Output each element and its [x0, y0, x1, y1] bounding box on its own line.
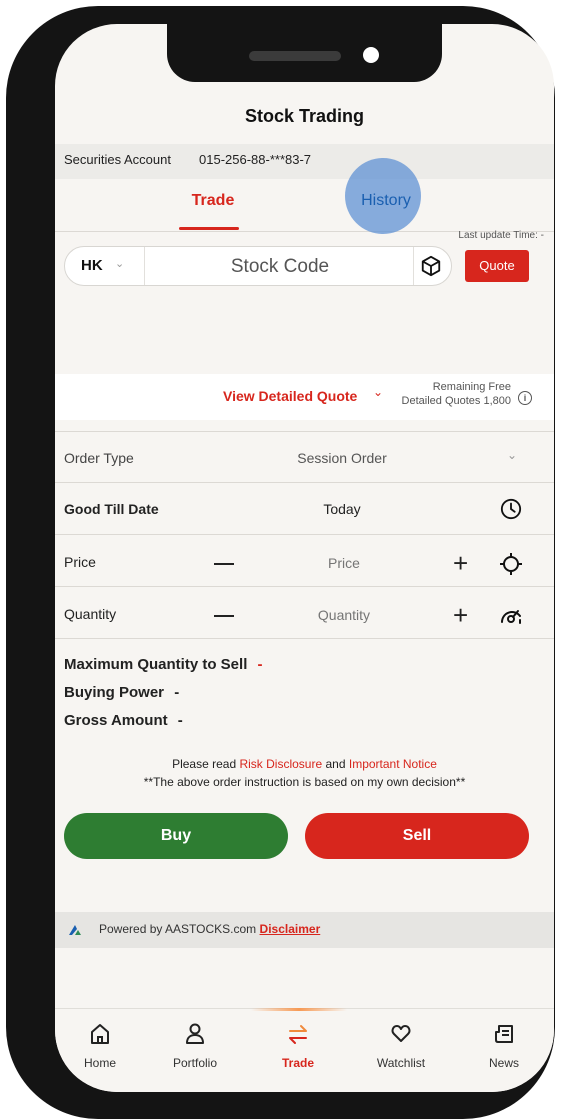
nav-portfolio-label: Portfolio [172, 1056, 218, 1070]
person-icon [186, 1023, 204, 1044]
stock-code-input[interactable] [145, 247, 415, 287]
buying-power-label: Buying Power [64, 684, 165, 701]
home-icon [91, 1024, 109, 1044]
good-till-date-label: Good Till Date [64, 501, 159, 517]
quote-button[interactable]: Quote [465, 250, 529, 282]
nav-trade-label: Trade [281, 1056, 314, 1070]
page-title: Stock Trading [244, 106, 365, 126]
remaining-quotes-line1: Remaining Free [432, 381, 511, 393]
gross-amount-label: Gross Amount [64, 712, 168, 729]
quantity-increase-button[interactable]: + [453, 602, 468, 628]
price-decrease-button[interactable] [214, 563, 234, 565]
stock-search-box: HK ⌄ [64, 246, 452, 287]
good-till-date-value[interactable]: Today [242, 501, 442, 517]
divider [55, 586, 554, 587]
divider [55, 534, 554, 535]
powered-by-text: Powered by AASTOCKS.com [99, 922, 257, 936]
order-type-label: Order Type [64, 450, 134, 466]
cube-icon[interactable] [420, 255, 442, 277]
quantity-decrease-button[interactable] [214, 615, 234, 617]
clock-icon[interactable] [500, 498, 522, 520]
nav-watchlist-label: Watchlist [376, 1056, 426, 1070]
max-quantity-label: Maximum Quantity to Sell [64, 656, 248, 673]
chevron-down-icon[interactable]: ⌄ [115, 257, 124, 270]
account-bar[interactable]: Securities Account 015-256-88-***83-7 [55, 144, 554, 179]
gross-amount-row: Gross Amount - [64, 712, 183, 729]
buying-power-row: Buying Power - [64, 684, 179, 701]
tab-history[interactable]: History [347, 192, 425, 210]
divider [55, 431, 554, 432]
tab-trade[interactable]: Trade [173, 192, 253, 210]
volume-down-button [6, 371, 16, 457]
newspaper-icon [495, 1025, 513, 1043]
divider [413, 247, 414, 285]
divider [55, 482, 554, 483]
transfer-arrows-icon [289, 1025, 307, 1044]
speaker [249, 51, 341, 61]
market-selector[interactable]: HK [81, 257, 103, 274]
buying-power-value: - [174, 684, 180, 701]
account-number: 015-256-88-***83-7 [199, 152, 312, 167]
nav-portfolio[interactable]: Portfolio [150, 1009, 240, 1089]
aastocks-logo-icon [69, 925, 81, 935]
nav-home-label: Home [83, 1056, 116, 1070]
decision-statement: **The above order instruction is based o… [143, 775, 466, 789]
price-increase-button[interactable]: + [453, 550, 468, 576]
disclaimer-link[interactable]: Disclaimer [260, 922, 321, 936]
crosshair-icon[interactable] [499, 552, 523, 576]
risk-notice: Please read Risk Disclosure and Importan… [55, 757, 554, 771]
powered-by-label: Powered by AASTOCKS.com Disclaimer [99, 922, 320, 936]
nav-home[interactable]: Home [55, 1009, 145, 1089]
notice-prefix: Please read [172, 757, 240, 771]
view-detailed-quote-link[interactable]: View Detailed Quote [223, 388, 357, 404]
gross-amount-value: - [177, 712, 183, 729]
heart-icon [391, 1025, 411, 1042]
important-notice-link[interactable]: Important Notice [349, 757, 437, 771]
bottom-tab-bar: Home Portfolio Trade Watchlist News [55, 1008, 554, 1092]
quantity-label: Quantity [64, 606, 117, 622]
buy-button[interactable]: Buy [64, 813, 288, 859]
nav-news-label: News [488, 1056, 519, 1070]
info-icon[interactable]: i [518, 391, 532, 405]
price-label: Price [64, 554, 96, 570]
account-label: Securities Account [64, 152, 171, 167]
nav-trade[interactable]: Trade [253, 1009, 343, 1089]
max-quantity-row: Maximum Quantity to Sell - [64, 656, 263, 673]
gauge-icon[interactable] [499, 604, 523, 626]
phone-frame: Stock Trading Securities Account 015-256… [6, 6, 555, 1119]
camera [363, 47, 379, 63]
powered-by-bar: Powered by AASTOCKS.com Disclaimer [55, 912, 554, 948]
silent-switch [6, 141, 16, 183]
price-input[interactable] [262, 546, 426, 580]
chevron-down-icon[interactable]: ⌄ [507, 448, 517, 462]
tab-trade-underline [179, 227, 239, 230]
max-quantity-value: - [257, 656, 263, 673]
volume-up-button [6, 244, 16, 330]
order-type-select[interactable]: Session Order [242, 450, 442, 466]
nav-watchlist[interactable]: Watchlist [356, 1009, 446, 1089]
last-update-time: Last update Time: - [458, 230, 544, 241]
notice-and: and [322, 757, 349, 771]
risk-disclosure-link[interactable]: Risk Disclosure [239, 757, 322, 771]
chevron-down-icon[interactable]: ⌄ [373, 385, 383, 399]
notch [167, 24, 442, 82]
quantity-input[interactable] [262, 598, 426, 632]
divider [55, 638, 554, 639]
app-screen: Stock Trading Securities Account 015-256… [55, 24, 554, 1092]
remaining-quotes-line2: Detailed Quotes 1,800 [401, 395, 511, 407]
sell-button[interactable]: Sell [305, 813, 529, 859]
nav-news[interactable]: News [459, 1009, 549, 1089]
